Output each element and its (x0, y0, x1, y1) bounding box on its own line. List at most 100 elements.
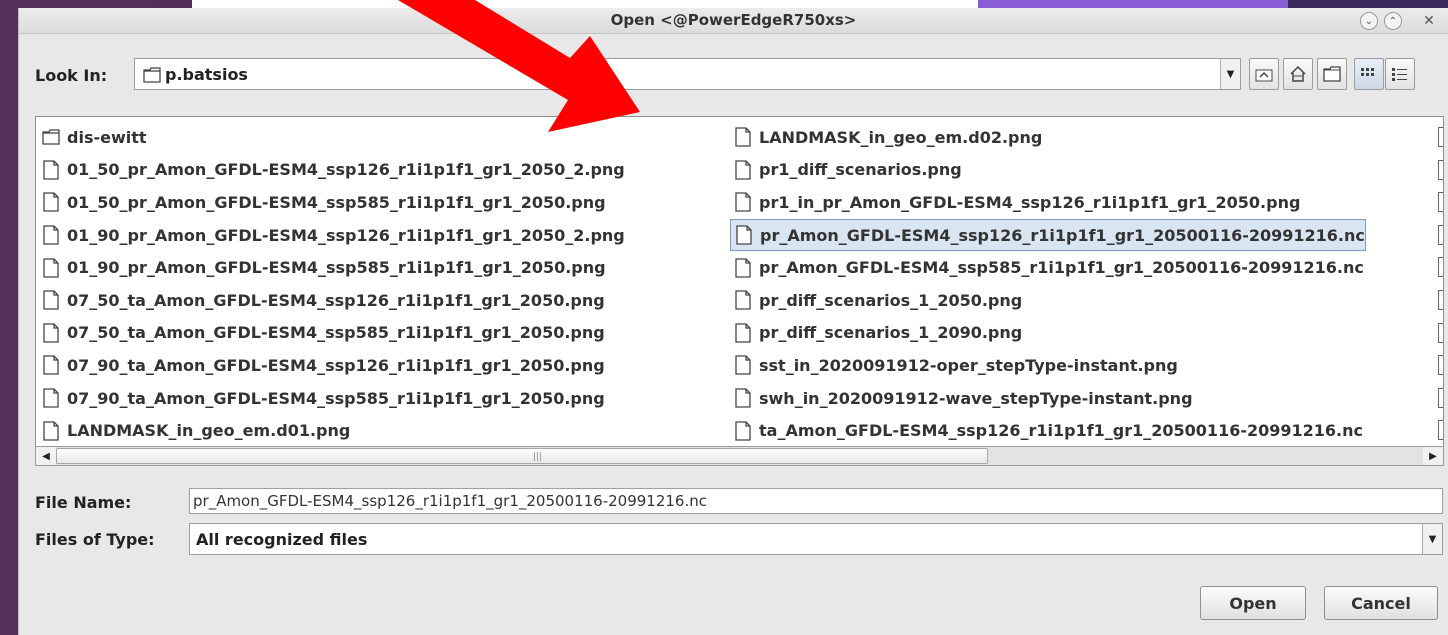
chevron-down-icon[interactable]: ▼ (1220, 59, 1240, 89)
files-of-type-combo[interactable]: All recognized files ▼ (189, 523, 1443, 555)
file-icon (735, 127, 751, 147)
file-list-column-2: LANDMASK_in_geo_em.d02.png pr1_diff_scena… (730, 121, 1366, 447)
file-item-label: ta_Amon_GFDL-ESM4_ssp126_r1i1p1f1_gr1_20… (759, 421, 1363, 441)
file-item[interactable]: 01_50_pr_Amon_GFDL-ESM4_ssp585_r1i1p1f1_… (38, 186, 625, 219)
horizontal-scrollbar[interactable]: ◀ ||| ▶ (35, 446, 1444, 466)
file-item[interactable]: 07_50_ta_Amon_GFDL-ESM4_ssp126_r1i1p1f1_… (38, 284, 625, 317)
file-icon (1438, 224, 1443, 245)
file-item[interactable]: LANDMASK_in_geo_em.d02.png (730, 121, 1366, 154)
file-icon (43, 258, 59, 278)
window-title: Open <@PowerEdgeR750xs> (610, 11, 857, 29)
file-item-label: sst_in_2020091912-oper_stepType-instant.… (759, 355, 1178, 375)
file-icon (735, 192, 751, 213)
file-item[interactable]: 07_90_ta_Amon_GFDL-ESM4_ssp126_r1i1p1f1_… (38, 349, 625, 382)
file-icon (43, 355, 59, 376)
file-item-label: 01_50_pr_Amon_GFDL-ESM4_ssp126_r1i1p1f1_… (67, 160, 625, 180)
home-icon (1290, 65, 1306, 82)
file-item[interactable]: pr1_diff_scenarios.png (730, 154, 1366, 187)
file-icon (1438, 127, 1443, 147)
file-item-label: pr_Amon_GFDL-ESM4_ssp585_r1i1p1f1_gr1_20… (759, 258, 1364, 278)
look-in-label: Look In: (35, 66, 108, 85)
file-icon (735, 258, 751, 278)
cancel-button[interactable]: Cancel (1324, 586, 1438, 620)
file-icon (735, 420, 751, 441)
file-item-label: dis-ewitt (67, 127, 147, 147)
file-item[interactable]: ta_Amon_GFDL-ESM4_ssp126_r1i1p1f1_gr1_20… (730, 414, 1366, 447)
file-name-label: File Name: (35, 493, 132, 512)
file-icon (1438, 322, 1443, 343)
minimize-icon[interactable]: ⌄ (1360, 12, 1378, 30)
file-icon (1438, 355, 1443, 376)
details-view-icon (1392, 68, 1407, 81)
file-icon (1438, 192, 1443, 213)
background-window-strip (192, 0, 1002, 8)
maximize-icon[interactable]: ⌃ (1384, 12, 1402, 30)
home-button[interactable] (1283, 58, 1313, 90)
up-one-level-button[interactable] (1249, 58, 1279, 90)
folder-icon (42, 129, 60, 145)
file-item-label: pr_diff_scenarios_1_2090.png (759, 323, 1023, 343)
file-item-label: LANDMASK_in_geo_em.d01.png (67, 421, 351, 441)
close-icon[interactable]: ✕ (1420, 12, 1438, 30)
list-view-icon (1361, 68, 1374, 76)
look-in-value: p.batsios (165, 65, 248, 84)
file-icon (735, 160, 751, 180)
file-icon (1438, 420, 1443, 441)
new-folder-button[interactable] (1317, 58, 1347, 90)
file-item-label: 07_50_ta_Amon_GFDL-ESM4_ssp126_r1i1p1f1_… (67, 290, 605, 310)
file-item[interactable]: pr_diff_scenarios_1_2090.png (730, 317, 1366, 350)
file-icon (736, 225, 752, 245)
grip-icon: ||| (533, 452, 543, 462)
scroll-right-icon[interactable]: ▶ (1423, 447, 1443, 465)
new-folder-icon (1323, 66, 1341, 82)
file-item[interactable]: pr_Amon_GFDL-ESM4_ssp585_r1i1p1f1_gr1_20… (730, 251, 1366, 284)
file-item-label: 01_90_pr_Amon_GFDL-ESM4_ssp126_r1i1p1f1_… (67, 225, 625, 245)
files-of-type-label: Files of Type: (35, 530, 155, 549)
file-icon (43, 192, 59, 213)
look-in-combo[interactable]: p.batsios ▼ (134, 58, 1241, 90)
file-icon (1438, 159, 1443, 180)
scroll-left-icon[interactable]: ◀ (36, 447, 56, 465)
file-item[interactable]: pr_diff_scenarios_1_2050.png (730, 284, 1366, 317)
scrollbar-thumb[interactable]: ||| (56, 448, 988, 464)
open-button[interactable]: Open (1200, 586, 1306, 620)
file-item[interactable]: pr1_in_pr_Amon_GFDL-ESM4_ssp126_r1i1p1f1… (730, 186, 1366, 219)
file-item[interactable]: pr_Amon_GFDL-ESM4_ssp126_r1i1p1f1_gr1_20… (730, 218, 1366, 252)
file-item-label: pr1_diff_scenarios.png (759, 160, 962, 180)
file-item[interactable]: LANDMASK_in_geo_em.d01.png (38, 414, 625, 447)
file-item[interactable]: swh_in_2020091912-wave_stepType-instant.… (730, 382, 1366, 415)
file-item-label: 01_90_pr_Amon_GFDL-ESM4_ssp585_r1i1p1f1_… (67, 258, 606, 278)
file-icon (735, 290, 751, 310)
file-icon (735, 388, 751, 408)
folder-icon (143, 67, 161, 83)
file-item-label: pr_diff_scenarios_1_2050.png (759, 290, 1023, 310)
folder-item[interactable]: dis-ewitt (38, 121, 625, 154)
file-icon (1438, 257, 1443, 278)
file-item-label: 07_90_ta_Amon_GFDL-ESM4_ssp585_r1i1p1f1_… (67, 388, 605, 408)
file-item[interactable]: 01_90_pr_Amon_GFDL-ESM4_ssp126_r1i1p1f1_… (38, 219, 625, 252)
file-icon (43, 388, 59, 408)
chevron-down-icon[interactable]: ▼ (1422, 524, 1442, 554)
file-item-label: 07_90_ta_Amon_GFDL-ESM4_ssp126_r1i1p1f1_… (67, 355, 605, 375)
file-item[interactable]: 01_50_pr_Amon_GFDL-ESM4_ssp126_r1i1p1f1_… (38, 154, 625, 187)
file-list[interactable]: dis-ewitt 01_50_pr_Amon_GFDL-ESM4_ssp126_… (35, 116, 1444, 458)
details-view-button[interactable] (1385, 58, 1415, 90)
file-icon (43, 290, 59, 310)
file-item-label: 07_50_ta_Amon_GFDL-ESM4_ssp585_r1i1p1f1_… (67, 323, 605, 343)
file-item[interactable]: 07_90_ta_Amon_GFDL-ESM4_ssp585_r1i1p1f1_… (38, 382, 625, 415)
file-list-column-1: dis-ewitt 01_50_pr_Amon_GFDL-ESM4_ssp126_… (38, 121, 625, 447)
list-view-button[interactable] (1354, 58, 1384, 90)
file-item[interactable]: 07_50_ta_Amon_GFDL-ESM4_ssp585_r1i1p1f1_… (38, 317, 625, 350)
file-icon (735, 323, 751, 343)
title-bar: Open <@PowerEdgeR750xs> ⌄ ⌃ ✕ (19, 8, 1448, 34)
file-item[interactable]: sst_in_2020091912-oper_stepType-instant.… (730, 349, 1366, 382)
files-of-type-value: All recognized files (196, 530, 368, 549)
file-item-label: 01_50_pr_Amon_GFDL-ESM4_ssp585_r1i1p1f1_… (67, 192, 606, 212)
file-item-label: pr_Amon_GFDL-ESM4_ssp126_r1i1p1f1_gr1_20… (760, 225, 1365, 245)
file-icon (43, 323, 59, 343)
file-icon (43, 160, 59, 180)
file-item-label: swh_in_2020091912-wave_stepType-instant.… (759, 388, 1193, 408)
background-accent-dark (1288, 0, 1448, 8)
file-item[interactable]: 01_90_pr_Amon_GFDL-ESM4_ssp585_r1i1p1f1_… (38, 251, 625, 284)
file-name-input[interactable] (189, 488, 1443, 514)
